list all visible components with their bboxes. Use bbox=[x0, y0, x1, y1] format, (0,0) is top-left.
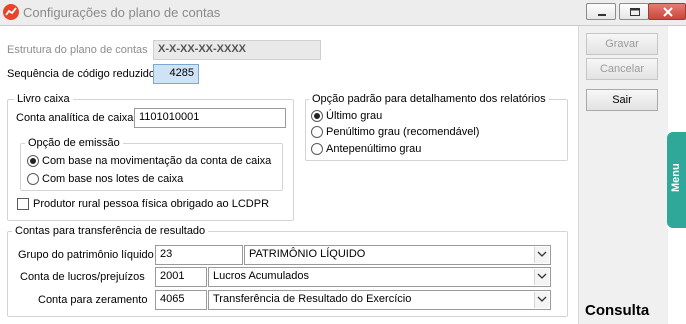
dropdown-value: Lucros Acumulados bbox=[213, 270, 309, 282]
produtor-rural-checkbox[interactable]: Produtor rural pessoa física obrigado ao… bbox=[17, 198, 269, 210]
grupo-pl-code-field[interactable]: 23 bbox=[155, 245, 243, 265]
app-logo-icon bbox=[3, 4, 19, 20]
emissao-option-label: Com base na movimentação da conta de cai… bbox=[42, 155, 272, 167]
maximize-icon bbox=[630, 8, 640, 16]
menu-tab-label: Menu bbox=[670, 163, 682, 192]
grau-option-antepenultimo[interactable]: Antepenúltimo grau bbox=[311, 143, 421, 155]
chevron-down-icon[interactable] bbox=[534, 269, 549, 285]
chevron-down-icon[interactable] bbox=[534, 292, 549, 308]
transfer-row-label: Conta de lucros/prejuízos bbox=[20, 271, 145, 283]
radio-button[interactable] bbox=[27, 173, 39, 185]
zeramento-code-field[interactable]: 4065 bbox=[155, 290, 207, 310]
radio-button[interactable] bbox=[311, 126, 323, 138]
title-bar: Configurações do plano de contas bbox=[0, 0, 686, 26]
gravar-button[interactable]: Gravar bbox=[586, 33, 658, 55]
radio-button[interactable] bbox=[311, 110, 323, 122]
radio-button[interactable] bbox=[27, 155, 39, 167]
sequencia-label: Sequência de código reduzido bbox=[7, 68, 156, 80]
radio-button[interactable] bbox=[311, 143, 323, 155]
conta-caixa-label: Conta analítica de caixa bbox=[16, 112, 134, 124]
produtor-rural-label: Produtor rural pessoa física obrigado ao… bbox=[33, 198, 270, 210]
cancelar-button[interactable]: Cancelar bbox=[586, 58, 658, 80]
maximize-button[interactable] bbox=[619, 3, 649, 20]
grau-option-penultimo[interactable]: Penúltimo grau (recomendável) bbox=[311, 126, 479, 138]
window-title: Configurações do plano de contas bbox=[23, 5, 221, 20]
opcao-padrao-title: Opção padrão para detalhamento dos relat… bbox=[309, 93, 549, 105]
close-button[interactable] bbox=[648, 3, 686, 20]
sair-button[interactable]: Sair bbox=[586, 89, 658, 111]
chevron-down-icon[interactable] bbox=[534, 247, 549, 263]
grau-option-label: Antepenúltimo grau bbox=[326, 143, 422, 155]
transfer-row-label: Conta para zeramento bbox=[38, 294, 148, 306]
minimize-button[interactable] bbox=[586, 3, 616, 20]
grau-option-label: Penúltimo grau (recomendável) bbox=[326, 126, 480, 138]
conta-caixa-field[interactable]: 1101010001 bbox=[134, 108, 286, 128]
menu-tab[interactable]: Menu bbox=[667, 132, 686, 228]
estrutura-field: X-X-XX-XX-XXXX bbox=[153, 40, 321, 60]
grau-option-label: Último grau bbox=[326, 110, 383, 122]
estrutura-label: Estrutura do plano de contas bbox=[7, 44, 148, 56]
minimize-icon bbox=[598, 14, 606, 16]
zeramento-dropdown[interactable]: Transferência de Resultado do Exercício bbox=[208, 290, 551, 310]
emissao-option-lotes[interactable]: Com base nos lotes de caixa bbox=[27, 173, 183, 185]
transferencia-title: Contas para transferência de resultado bbox=[12, 225, 209, 237]
lucros-code-field[interactable]: 2001 bbox=[155, 267, 207, 287]
grupo-pl-dropdown[interactable]: PATRIMÔNIO LÍQUIDO bbox=[244, 245, 551, 265]
close-icon bbox=[663, 7, 673, 17]
opcao-emissao-title: Opção de emissão bbox=[25, 137, 123, 149]
dropdown-value: Transferência de Resultado do Exercício bbox=[213, 293, 412, 305]
livro-caixa-title: Livro caixa bbox=[14, 93, 73, 105]
emissao-option-label: Com base nos lotes de caixa bbox=[42, 173, 184, 185]
lucros-dropdown[interactable]: Lucros Acumulados bbox=[208, 267, 551, 287]
sequencia-field[interactable]: 4285 bbox=[153, 64, 199, 84]
transfer-row-label: Grupo do patrimônio líquido bbox=[18, 249, 154, 261]
grau-option-ultimo[interactable]: Último grau bbox=[311, 110, 382, 122]
dropdown-value: PATRIMÔNIO LÍQUIDO bbox=[249, 248, 366, 260]
mode-label: Consulta bbox=[585, 302, 650, 319]
checkbox[interactable] bbox=[17, 198, 29, 210]
emissao-option-movimentacao[interactable]: Com base na movimentação da conta de cai… bbox=[27, 155, 271, 167]
